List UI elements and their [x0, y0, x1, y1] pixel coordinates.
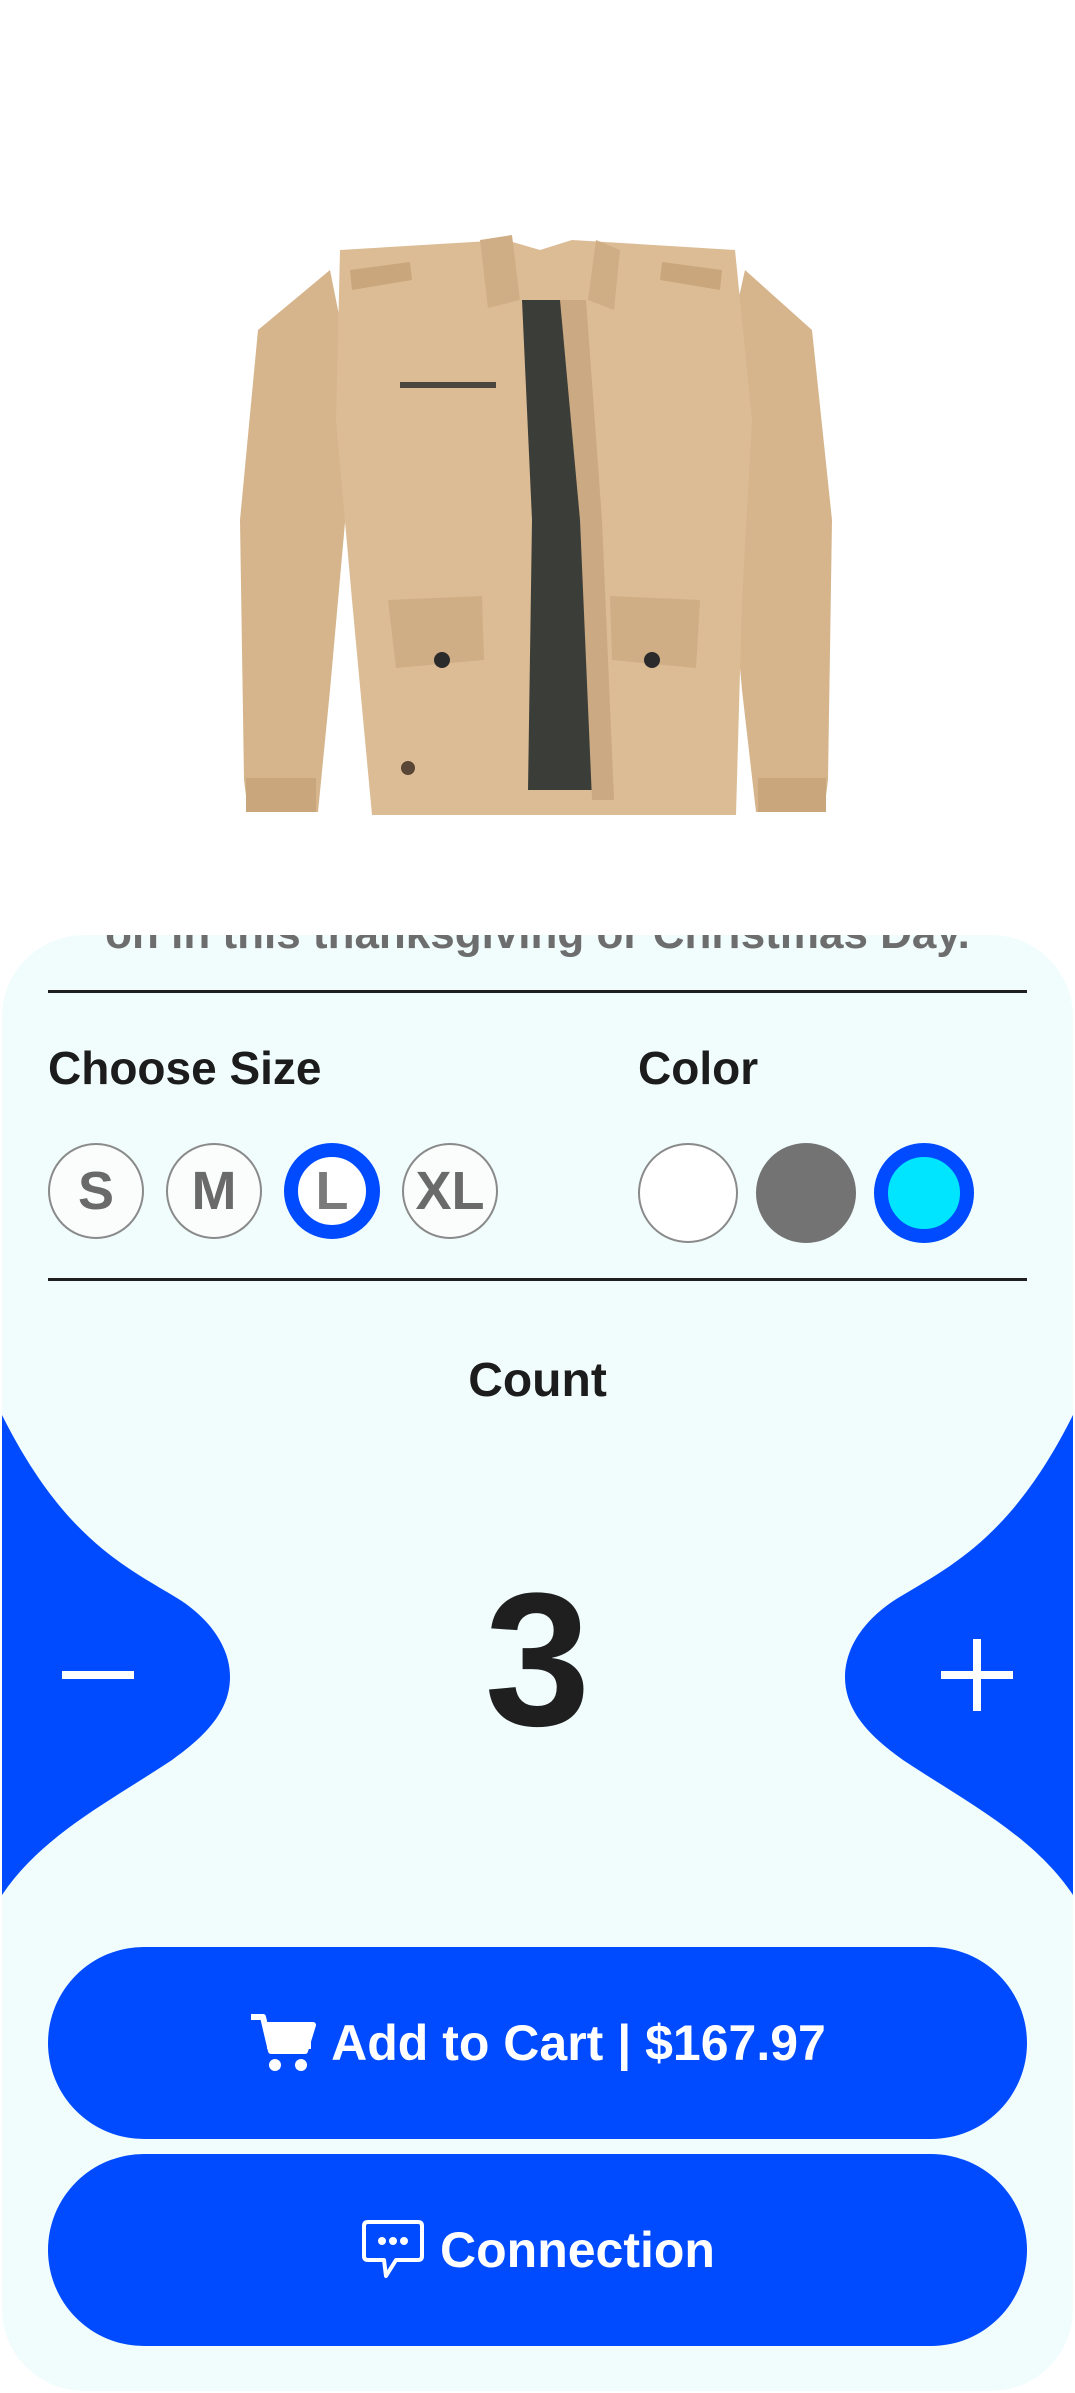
count-label: Count [468, 1354, 607, 1407]
cart-icon [249, 2011, 317, 2075]
product-image-area [0, 0, 1075, 960]
add-to-cart-label: Add to Cart | $167.97 [331, 2015, 826, 2071]
size-option-s[interactable]: S [48, 1143, 144, 1239]
product-options-sheet: on in this thanksgiving or Christmas Day… [2, 935, 1073, 2391]
connection-button[interactable]: Connection [48, 2154, 1027, 2346]
divider [48, 990, 1027, 993]
size-option-l[interactable]: L [284, 1143, 380, 1239]
size-section-title: Choose Size [48, 1042, 322, 1094]
add-to-cart-button[interactable]: Add to Cart | $167.97 [48, 1947, 1027, 2139]
connection-label: Connection [440, 2222, 715, 2278]
color-section-title: Color [638, 1042, 759, 1094]
count-value: 3 [484, 1554, 591, 1766]
color-option-white[interactable] [638, 1143, 738, 1243]
product-description: on in this thanksgiving or Christmas Day… [2, 935, 1073, 959]
size-option-m[interactable]: M [166, 1143, 262, 1239]
product-image [240, 235, 832, 815]
chat-bubble-icon [360, 2218, 426, 2282]
divider [48, 1278, 1027, 1281]
color-option-gray[interactable] [756, 1143, 856, 1243]
color-option-cyan[interactable] [874, 1143, 974, 1243]
size-option-xl[interactable]: XL [402, 1143, 498, 1239]
